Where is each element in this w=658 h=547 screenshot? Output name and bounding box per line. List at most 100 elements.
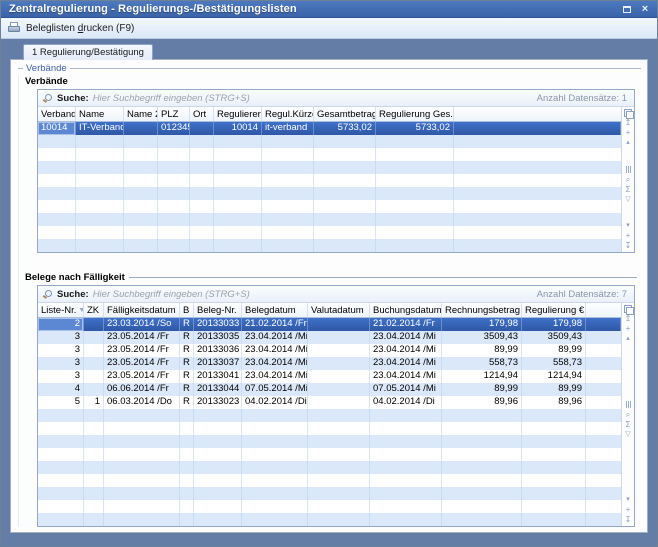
grid-cell[interactable] <box>522 448 586 461</box>
grid-cell[interactable] <box>522 500 586 513</box>
grid-cell[interactable] <box>38 239 76 252</box>
grid-cell[interactable] <box>104 422 180 435</box>
grid-cell[interactable]: 20133036 <box>194 344 242 357</box>
grid-cell[interactable] <box>376 174 454 187</box>
grid-cell[interactable] <box>180 435 194 448</box>
grid-cell[interactable] <box>370 422 442 435</box>
grid-cell[interactable]: 5 <box>38 396 84 409</box>
grid-cell[interactable]: 21.02.2014 /Fr <box>370 318 442 331</box>
grid-cell[interactable]: 3 <box>38 344 84 357</box>
grid-cell[interactable] <box>194 500 242 513</box>
row-up-icon[interactable]: ▴ <box>623 138 634 148</box>
row-down-icon[interactable]: ▾ <box>623 221 634 231</box>
grid-cell[interactable] <box>38 135 76 148</box>
grid-cell[interactable] <box>180 461 194 474</box>
grid-cell[interactable] <box>194 474 242 487</box>
table-row[interactable]: 323.05.2014 /FrR2013303623.04.2014 /Mi23… <box>38 344 621 357</box>
grid-cell[interactable] <box>370 487 442 500</box>
grid-cell[interactable] <box>84 370 104 383</box>
table-row[interactable]: 223.03.2014 /SoR2013303321.02.2014 /Fr21… <box>38 318 621 331</box>
scroll-top-icon[interactable]: ↥ <box>623 314 634 324</box>
grid-cell[interactable] <box>442 474 522 487</box>
grid-cell[interactable] <box>194 422 242 435</box>
grid-cell[interactable] <box>158 226 190 239</box>
grid-cell[interactable] <box>262 148 314 161</box>
grid-cell[interactable]: R <box>180 383 194 396</box>
grid-cell[interactable] <box>84 513 104 526</box>
grid-cell[interactable] <box>262 226 314 239</box>
table-row[interactable] <box>38 422 621 435</box>
table-row[interactable] <box>38 239 621 252</box>
table-row[interactable] <box>38 474 621 487</box>
table-row[interactable]: 406.06.2014 /FrR2013304407.05.2014 /Mi07… <box>38 383 621 396</box>
column-header[interactable]: Regulierer <box>214 107 262 121</box>
grid-cell[interactable] <box>194 487 242 500</box>
grid-cell[interactable] <box>242 409 308 422</box>
grid-cell[interactable] <box>370 474 442 487</box>
column-header[interactable]: Regulierung Ges. € <box>376 107 454 121</box>
grid-cell[interactable] <box>314 187 376 200</box>
grid-cell[interactable] <box>262 135 314 148</box>
table-row[interactable] <box>38 435 621 448</box>
grid-cell[interactable]: 179,98 <box>522 318 586 331</box>
grid-cell[interactable]: 07.05.2014 /Mi <box>242 383 308 396</box>
table-row[interactable] <box>38 487 621 500</box>
grid-cell[interactable] <box>242 422 308 435</box>
grid-cell[interactable] <box>314 239 376 252</box>
grid-cell[interactable] <box>214 213 262 226</box>
grid-cell[interactable] <box>308 422 370 435</box>
grid-cell[interactable] <box>308 513 370 526</box>
grid-cell[interactable] <box>76 135 124 148</box>
grid-cell[interactable] <box>180 513 194 526</box>
grid-cell[interactable] <box>124 161 158 174</box>
grid-cell[interactable] <box>314 213 376 226</box>
grid-cell[interactable]: 23.04.2014 /Mi <box>370 370 442 383</box>
grid-cell[interactable] <box>442 513 522 526</box>
grid-cell[interactable] <box>242 435 308 448</box>
grid-cell[interactable] <box>158 239 190 252</box>
grid-cell[interactable] <box>104 409 180 422</box>
table-row[interactable] <box>38 174 621 187</box>
grid-cell[interactable] <box>124 122 158 135</box>
table-row[interactable] <box>38 187 621 200</box>
grid-cell[interactable] <box>84 500 104 513</box>
grid-cell[interactable]: 012345 <box>158 122 190 135</box>
column-header[interactable]: ZK <box>84 303 104 317</box>
grid-cell[interactable] <box>124 174 158 187</box>
grid-cell[interactable]: 20133023 <box>194 396 242 409</box>
grid-cell[interactable]: 179,98 <box>442 318 522 331</box>
search-input[interactable]: Hier Suchbegriff eingeben (STRG+S) <box>93 289 533 300</box>
grid-cell[interactable] <box>190 187 214 200</box>
grid-cell[interactable] <box>124 239 158 252</box>
grid-cell[interactable] <box>84 357 104 370</box>
column-header[interactable]: Name <box>76 107 124 121</box>
table-row[interactable]: 10014IT-Verband01234510014it-verband5733… <box>38 122 621 135</box>
grid-cell[interactable]: 10014 <box>38 122 76 135</box>
grid-cell[interactable] <box>370 461 442 474</box>
copy-icon[interactable] <box>623 108 634 118</box>
grid-cell[interactable]: 558,73 <box>442 357 522 370</box>
grid-cell[interactable] <box>262 161 314 174</box>
grid-cell[interactable] <box>194 461 242 474</box>
table-row[interactable] <box>38 226 621 239</box>
grid-cell[interactable] <box>522 513 586 526</box>
grid-cell[interactable]: 10014 <box>214 122 262 135</box>
grid-cell[interactable] <box>314 226 376 239</box>
grid-cell[interactable] <box>314 148 376 161</box>
grid-cell[interactable] <box>522 474 586 487</box>
grid-cell[interactable] <box>376 161 454 174</box>
grid-cell[interactable]: R <box>180 357 194 370</box>
grid-cell[interactable] <box>76 200 124 213</box>
grid-cell[interactable] <box>38 409 84 422</box>
add-row-icon[interactable]: + <box>623 324 634 334</box>
table-row[interactable] <box>38 409 621 422</box>
column-header[interactable]: Regul.Kürzel <box>262 107 314 121</box>
grid-cell[interactable] <box>262 200 314 213</box>
grid-cell[interactable] <box>262 239 314 252</box>
grid-cell[interactable] <box>190 122 214 135</box>
column-header[interactable]: Valutadatum <box>308 303 370 317</box>
close-button[interactable]: × <box>638 3 652 15</box>
table-row[interactable] <box>38 148 621 161</box>
grid-cell[interactable] <box>124 148 158 161</box>
grid-cell[interactable] <box>104 448 180 461</box>
